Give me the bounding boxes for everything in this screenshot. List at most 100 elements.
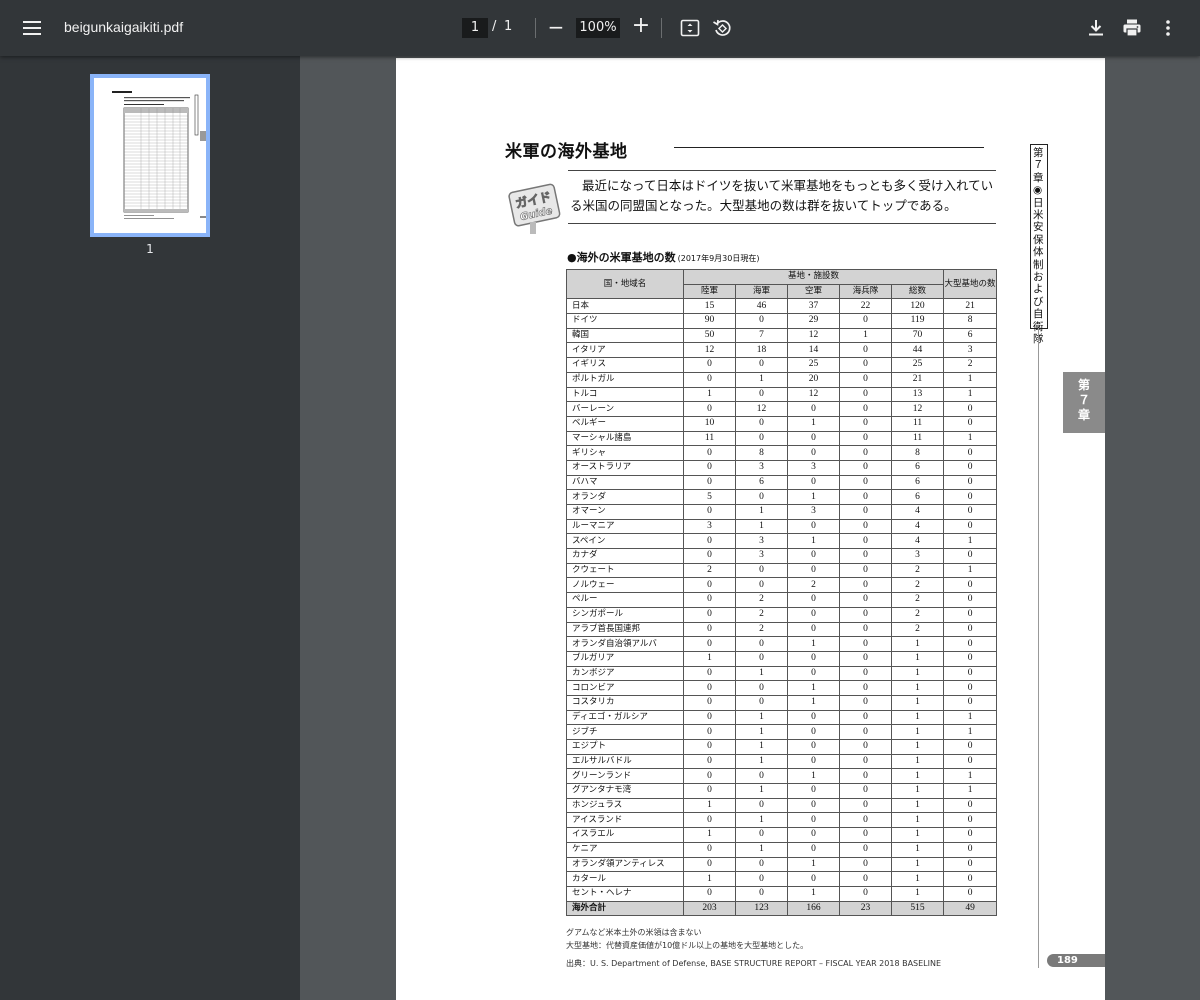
value-cell: 0: [787, 562, 840, 579]
value-cell: 21: [890, 371, 945, 388]
value-cell: 0: [683, 768, 736, 785]
table-row: ケニア 0 1 0 0 1 0: [566, 841, 998, 858]
value-cell: 1: [943, 533, 998, 550]
value-cell: 2: [890, 592, 945, 608]
country-cell: オランダ: [566, 489, 684, 505]
page-thumbnail[interactable]: [90, 74, 210, 237]
value-cell: 5: [683, 489, 736, 505]
table-row: オランダ自治領アルバ 0 0 1 0 1 0: [566, 636, 998, 652]
header-country: 国・地域名: [566, 268, 684, 300]
value-cell: 0: [943, 577, 998, 594]
value-cell: 1: [890, 797, 945, 814]
value-cell: 0: [787, 606, 840, 623]
value-cell: 1: [890, 650, 945, 667]
value-cell: 12: [890, 401, 945, 417]
value-cell: 0: [683, 371, 736, 388]
country-cell: カナダ: [566, 548, 684, 564]
value-cell: 46: [735, 298, 788, 315]
value-cell: 0: [943, 636, 998, 652]
value-cell: 0: [943, 856, 998, 873]
zoom-level-input[interactable]: 100%: [576, 18, 620, 38]
menu-icon[interactable]: [20, 16, 44, 40]
table-row: 日本 15 46 37 22 120 21: [566, 298, 998, 315]
value-cell: 1: [735, 739, 788, 755]
country-cell: イタリア: [566, 342, 684, 359]
value-cell: 0: [943, 841, 998, 858]
value-cell: 0: [735, 577, 788, 594]
chapter-side-label: 第７章◉日米安保体制および自衛隊: [1033, 147, 1044, 345]
value-cell: 37: [787, 298, 840, 315]
footnote: グアムなど米本土外の米領は含まない: [566, 928, 702, 937]
total-value: 515: [890, 900, 945, 917]
value-cell: 0: [943, 871, 998, 887]
value-cell: 0: [943, 489, 998, 505]
value-cell: 0: [839, 680, 892, 696]
value-cell: 0: [683, 739, 736, 755]
country-cell: ホンジュラス: [566, 797, 684, 814]
zoom-out-button[interactable]: −: [546, 16, 566, 38]
value-cell: 1: [735, 518, 788, 535]
thumbnail-page-number: 1: [146, 242, 154, 256]
value-cell: 1: [735, 812, 788, 829]
value-cell: 0: [735, 415, 788, 432]
value-cell: 0: [683, 665, 736, 682]
value-cell: 2: [735, 592, 788, 608]
value-cell: 1: [890, 856, 945, 873]
fit-page-icon[interactable]: [678, 16, 702, 40]
value-cell: 12: [683, 342, 736, 359]
value-cell: 1: [735, 783, 788, 799]
value-cell: 8: [943, 313, 998, 329]
value-cell: 11: [890, 430, 945, 447]
country-cell: マーシャル諸島: [566, 430, 684, 447]
value-cell: 2: [683, 562, 736, 579]
download-icon[interactable]: [1084, 16, 1108, 40]
value-cell: 0: [683, 709, 736, 726]
header-navy: 海軍: [735, 283, 788, 300]
value-cell: 0: [943, 518, 998, 535]
more-vert-icon[interactable]: [1156, 16, 1180, 40]
value-cell: 0: [839, 841, 892, 858]
value-cell: 0: [839, 474, 892, 491]
value-cell: 0: [683, 533, 736, 550]
value-cell: 3: [735, 459, 788, 476]
header-airforce: 空軍: [787, 283, 840, 300]
value-cell: 0: [787, 753, 840, 770]
table-row: トルコ 1 0 12 0 13 1: [566, 386, 998, 403]
value-cell: 6: [890, 489, 945, 505]
country-cell: ペルー: [566, 592, 684, 608]
value-cell: 0: [839, 650, 892, 667]
value-cell: 0: [839, 636, 892, 652]
thumbnail-preview: [94, 78, 206, 233]
value-cell: 7: [735, 327, 788, 344]
country-cell: ポルトガル: [566, 371, 684, 388]
rotate-icon[interactable]: [710, 16, 734, 40]
page-total: 1: [504, 19, 513, 34]
country-cell: オマーン: [566, 504, 684, 520]
value-cell: 0: [735, 680, 788, 696]
value-cell: 1: [943, 783, 998, 799]
chapter-tab-label: 第７章: [1077, 378, 1090, 422]
page-title: 米軍の海外基地: [505, 142, 628, 162]
value-cell: 3: [683, 518, 736, 535]
table-row: イスラエル 1 0 0 0 1 0: [566, 827, 998, 843]
value-cell: 0: [735, 871, 788, 887]
value-cell: 0: [839, 739, 892, 755]
value-cell: 0: [839, 621, 892, 638]
value-cell: 0: [683, 474, 736, 491]
value-cell: 8: [890, 445, 945, 461]
page-number-input[interactable]: 1: [462, 18, 488, 38]
print-icon[interactable]: [1120, 16, 1144, 40]
value-cell: 1: [890, 680, 945, 696]
value-cell: 0: [735, 386, 788, 403]
value-cell: 15: [683, 298, 736, 315]
total-value: 23: [839, 900, 892, 917]
value-cell: 1: [787, 694, 840, 711]
table-row: クウェート 2 0 0 0 2 1: [566, 562, 998, 579]
value-cell: 1: [890, 812, 945, 829]
country-cell: 日本: [566, 298, 684, 315]
value-cell: 0: [735, 856, 788, 873]
zoom-in-button[interactable]: +: [631, 15, 651, 37]
page-separator: /: [492, 19, 497, 34]
country-cell: アイスランド: [566, 812, 684, 829]
table-row: ディエゴ・ガルシア 0 1 0 0 1 1: [566, 709, 998, 726]
